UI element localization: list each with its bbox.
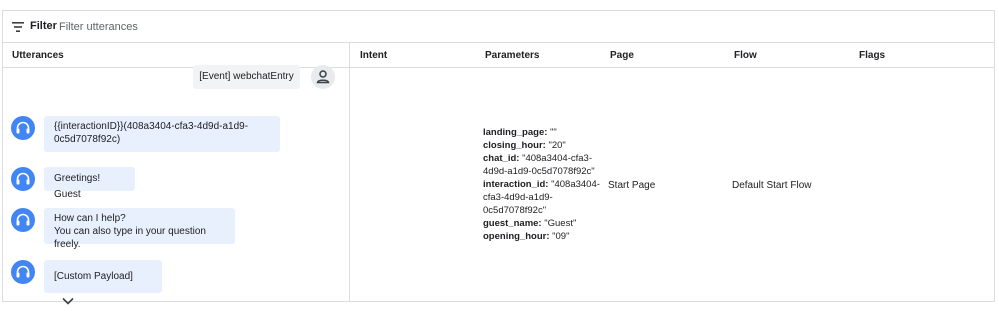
- agent-message-bubble: {{interactionID}}(408a3404-cfa3-4d9d-a1d…: [44, 116, 280, 152]
- headset-icon: [16, 172, 30, 185]
- parameter-entry: chat_id: "408a3404-cfa3-4d9d-a1d9-0c5d70…: [483, 153, 595, 177]
- filter-icon[interactable]: [12, 22, 24, 32]
- headset-icon: [16, 121, 30, 134]
- custom-payload-label: [Custom Payload]: [54, 271, 133, 282]
- table-header: Utterances Intent Parameters Page Flow F…: [3, 43, 994, 68]
- agent-message-text: You can also type in your question freel…: [54, 226, 206, 250]
- parameter-entry: closing_hour: "20": [483, 140, 566, 151]
- column-header-flow: Flow: [734, 50, 757, 61]
- headset-icon: [16, 213, 30, 226]
- agent-message-bubble: Greetings! Guest: [44, 167, 135, 200]
- column-header-page: Page: [610, 50, 634, 61]
- agent-message-text: Greetings! Guest: [54, 173, 101, 200]
- parameter-entry: opening_hour: "09": [483, 231, 570, 242]
- column-header-utterances: Utterances: [12, 50, 64, 61]
- parameter-entry: landing_page: "": [483, 127, 557, 138]
- agent-avatar: [11, 208, 35, 232]
- filter-bar: Filter: [3, 11, 994, 43]
- page-cell: Start Page: [608, 180, 656, 191]
- filter-label: Filter: [30, 20, 57, 32]
- parameter-entry: interaction_id: "408a3404-cfa3-4d9d-a1d9…: [483, 179, 600, 216]
- agent-avatar: [11, 167, 35, 191]
- agent-message-text: {{interactionID}}(408a3404-cfa3-4d9d-a1d…: [54, 121, 249, 132]
- user-avatar: [311, 65, 335, 89]
- flow-cell: Default Start Flow: [732, 180, 812, 191]
- agent-avatar: [11, 116, 35, 140]
- user-message-bubble: [Event] webchatEntry: [193, 65, 300, 89]
- parameter-entry: guest_name: "Guest": [483, 218, 577, 229]
- column-divider: [349, 43, 350, 302]
- parameters-cell: landing_page: "" closing_hour: "20" chat…: [483, 126, 603, 243]
- agent-message-text: 0c5d7078f92c): [54, 134, 121, 145]
- column-header-flags: Flags: [859, 50, 886, 61]
- headset-icon: [16, 265, 30, 278]
- column-header-intent: Intent: [360, 50, 388, 61]
- filter-input[interactable]: [59, 18, 359, 36]
- agent-message-text: How can I help?: [54, 213, 126, 224]
- agent-avatar: [11, 260, 35, 284]
- agent-message-bubble: How can I help? You can also type in you…: [44, 208, 235, 250]
- chevron-down-icon[interactable]: [62, 297, 74, 305]
- person-icon: [316, 70, 330, 84]
- column-header-parameters: Parameters: [485, 50, 540, 61]
- custom-payload-bubble[interactable]: [Custom Payload]: [44, 260, 162, 305]
